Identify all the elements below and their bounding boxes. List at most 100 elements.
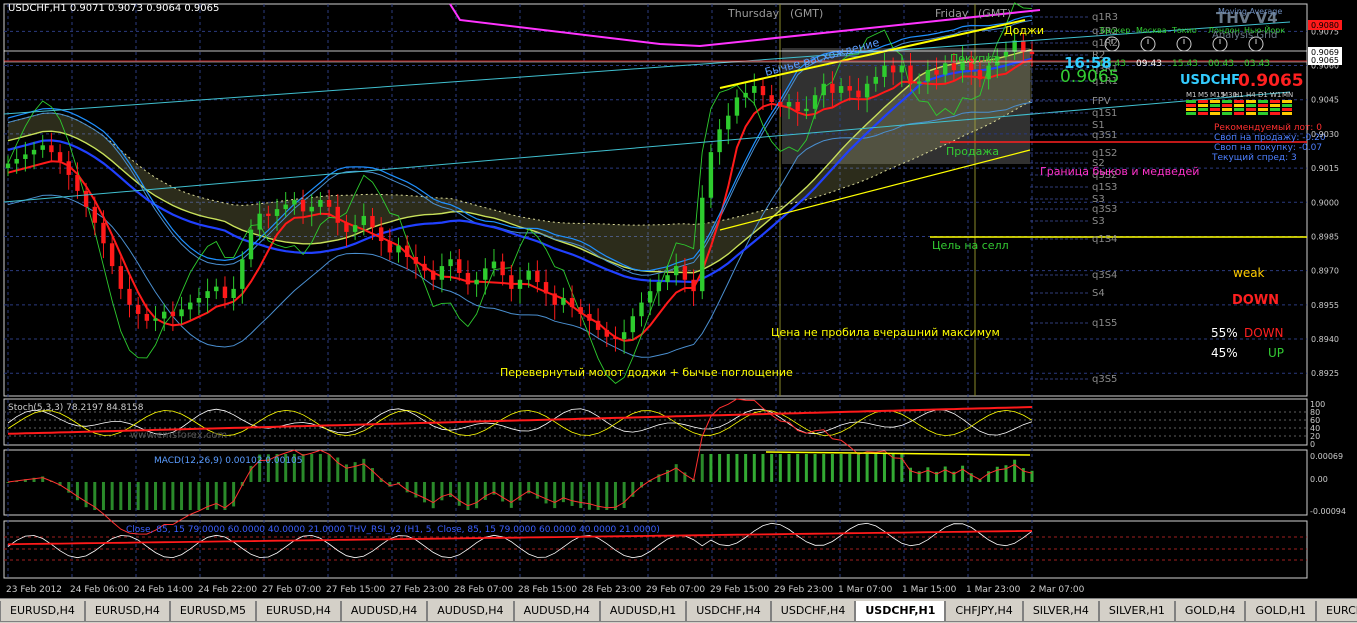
candle-body	[439, 266, 445, 280]
chart-tab[interactable]: EURUSD,H4	[0, 601, 85, 622]
time-tick: 27 Feb 23:00	[390, 585, 449, 595]
chart-tab[interactable]: SILVER,H1	[1098, 601, 1175, 622]
chart-tab[interactable]: USDCHF,H4	[770, 601, 856, 622]
candle-body	[500, 261, 505, 276]
candle-body	[708, 152, 714, 198]
symbol-info: USDCHF,H1 0.9071 0.9073 0.9064 0.9065	[8, 3, 219, 14]
candle-body	[248, 229, 254, 260]
pct-up-label: UP	[1268, 346, 1284, 360]
candle-body	[769, 95, 774, 102]
candle-body	[135, 304, 141, 314]
strength-cell	[1198, 112, 1208, 115]
pair-name: USDCHF	[1180, 73, 1240, 88]
chart-tab[interactable]: EURCHF,H1	[1316, 601, 1357, 622]
time-tick: 24 Feb 14:00	[134, 585, 193, 595]
chart-tab[interactable]: EURUSD,H4	[255, 601, 341, 622]
strength-cell	[1246, 104, 1256, 107]
candle-body	[509, 275, 514, 289]
clock-time: 00:43	[1208, 59, 1234, 69]
candle-body	[483, 268, 488, 280]
chart-tab[interactable]: AUDUSD,H4	[513, 601, 600, 622]
chart-tab[interactable]: USDCHF,H4	[686, 601, 771, 622]
price-tick: 0.8925	[1311, 369, 1339, 378]
macd-bar	[535, 482, 539, 499]
swap-sell: Своп на продажу: -0.20	[1214, 133, 1326, 143]
pivot-label: q3S3	[1092, 204, 1117, 215]
macd-bar	[553, 482, 557, 509]
strength-cell	[1270, 104, 1280, 107]
clock-time: 09:43	[1136, 59, 1162, 69]
strength-cell	[1198, 104, 1208, 107]
candle-body	[778, 102, 783, 107]
candle-body	[491, 261, 497, 269]
macd-level: -0.00094	[1310, 507, 1346, 516]
price-chart[interactable]: q1R3q3R2q1R2R2q3R1q1R1FPVq1S1S1q3S1q1S2S…	[0, 0, 1357, 598]
candle-body	[170, 311, 176, 317]
candle-body	[162, 311, 167, 319]
macd-bar	[943, 466, 947, 482]
time-tick: 28 Feb 15:00	[518, 585, 577, 595]
candle-body	[639, 302, 644, 317]
chart-tab[interactable]: EURUSD,M5	[169, 601, 256, 622]
macd-bar	[856, 454, 860, 482]
chart-tab[interactable]: AUDUSD,H1	[599, 601, 687, 622]
candle-body	[543, 282, 549, 294]
candle-body	[240, 259, 245, 289]
macd-bar	[700, 454, 704, 482]
chart-tab[interactable]: GOLD,H4	[1174, 601, 1246, 622]
timeframe-label: D1	[1258, 91, 1268, 99]
macd-bar	[778, 454, 782, 482]
candle-body	[552, 293, 557, 305]
timeframe-label: M5	[1198, 91, 1209, 99]
macd-bar	[761, 454, 765, 482]
price-tick: 0.9090	[1311, 0, 1339, 2]
price-tick: 0.9045	[1311, 96, 1339, 105]
price-tick: 0.8955	[1311, 301, 1339, 310]
candle-body	[179, 309, 184, 317]
pivot-label: S3	[1092, 216, 1105, 227]
chart-tab[interactable]: AUDUSD,H4	[427, 601, 514, 622]
macd-bar	[180, 482, 184, 510]
chart-tab[interactable]: EURUSD,H4	[84, 601, 170, 622]
strength-cell	[1282, 104, 1292, 107]
chart-tab[interactable]: CHFJPY,H4	[945, 601, 1023, 622]
candle-body	[352, 225, 358, 232]
chart-tab[interactable]: GOLD,H1	[1245, 601, 1316, 622]
candle-body	[847, 86, 852, 91]
stoch-label: Stoch(5,3,3) 78.2197 84.8158	[8, 403, 144, 413]
strength-cell	[1258, 112, 1268, 115]
timeframe-label: W1	[1270, 91, 1281, 99]
macd-bar	[804, 454, 808, 482]
panel-mode[interactable]: Moving Average	[1218, 7, 1282, 16]
candle-body	[465, 272, 471, 285]
macd-bar	[622, 482, 626, 509]
strength-cell	[1258, 108, 1268, 111]
macd-bar	[770, 454, 774, 482]
direction-signal: DOWN	[1232, 293, 1279, 308]
strength-cell	[1186, 104, 1196, 107]
chart-tab[interactable]: USDCHF,H1	[855, 601, 946, 622]
candle-body	[682, 266, 688, 280]
chart-area[interactable]: q1R3 q3R2 q1R2 R2 q3R1 q1R1 FPV q1S1 S1 q3S1 q1S2 S…	[0, 0, 1357, 598]
candle-body	[222, 286, 228, 298]
candle-body	[14, 158, 19, 164]
timeframe-label: M1	[1186, 91, 1197, 99]
macd-bar	[119, 482, 123, 510]
chart-tab[interactable]: AUDUSD,H4	[340, 601, 428, 622]
analysis-grid-label: Analysis Grid	[1212, 30, 1277, 41]
macd-bar	[561, 482, 565, 503]
candle-body	[665, 275, 670, 283]
candle-body	[83, 190, 89, 207]
price-tick: 0.9030	[1311, 130, 1339, 139]
candle-body	[431, 270, 436, 280]
chart-tab[interactable]: SILVER,H4	[1022, 601, 1099, 622]
candle-body	[413, 256, 419, 264]
candle-body	[1021, 40, 1026, 52]
session-gmt-2: (GMT)	[978, 7, 1011, 20]
macd-bar	[813, 454, 817, 482]
macd-bar	[423, 482, 427, 503]
candle-body	[986, 65, 991, 80]
candle-body	[118, 266, 124, 289]
price-tick: 0.8940	[1311, 335, 1339, 344]
candle-body	[604, 329, 609, 337]
